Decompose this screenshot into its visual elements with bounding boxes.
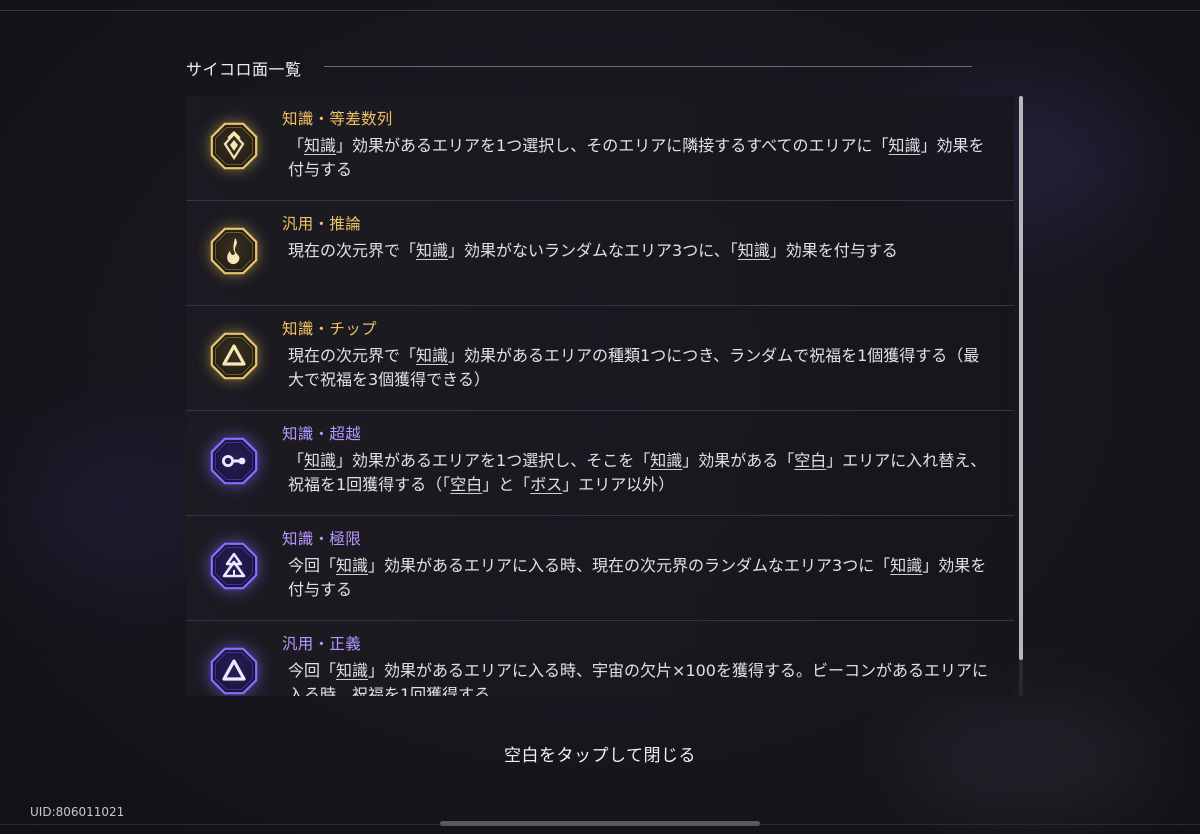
description-text: 現在の次元界で「 (288, 346, 417, 365)
keyword-link[interactable]: 空白 (450, 475, 482, 494)
effect-item[interactable]: 汎用・正義今回「知識」効果があるエリアに入る時、宇宙の欠片×100を獲得する。ビ… (186, 621, 1014, 696)
description-text: 」と「 (482, 475, 531, 494)
keyword-link[interactable]: ボス (530, 475, 562, 494)
description-text: 」効果がないランダムなエリア3つに、「 (448, 241, 738, 260)
effect-description: 現在の次元界で「知識」効果があるエリアの種類1つにつき、ランダムで祝福を1個獲得… (288, 344, 988, 392)
effect-name: 汎用・正義 (282, 635, 362, 653)
description-text: 今回「 (288, 661, 337, 680)
effect-name: 汎用・推論 (282, 215, 362, 233)
triangle-icon (208, 330, 260, 382)
description-text: 」効果を付与する (769, 241, 898, 260)
uid-label: UID:806011021 (30, 805, 125, 819)
description-text: 」効果があるエリアに入る時、宇宙の欠片×100を獲得する。ビーコンがあるエリアに… (288, 661, 988, 696)
effect-name: 知識・チップ (282, 320, 377, 338)
effect-name: 知識・極限 (282, 530, 362, 548)
top-divider (0, 10, 1200, 11)
description-text: 」効果があるエリアを1つ選択し、そこを「 (336, 451, 651, 470)
description-text: 今回「 (288, 556, 337, 575)
tree-triangle-icon (208, 540, 260, 592)
diamond-crest-icon (208, 120, 260, 172)
triangle-icon (208, 645, 260, 696)
keyword-link[interactable]: 知識 (416, 346, 448, 365)
description-text: 「 (288, 451, 305, 470)
flame-icon (208, 225, 260, 277)
effect-description: 現在の次元界で「知識」効果がないランダムなエリア3つに、「知識」効果を付与する (288, 239, 988, 263)
description-text: 」効果があるエリアに入る時、現在の次元界のランダムなエリア3つに「 (368, 556, 891, 575)
description-text: 」効果があるエリアを1つ選択し、そのエリアに隣接するすべてのエリアに「 (336, 136, 889, 155)
description-text: 「 (288, 136, 305, 155)
effect-item[interactable]: 知識・超越 「知識」効果があるエリアを1つ選択し、そこを「知識」効果がある「空白」… (186, 411, 1014, 516)
effect-item[interactable]: 知識・極限 今回「知識」効果があるエリアに入る時、現在の次元界のランダムなエリア3… (186, 516, 1014, 621)
effect-item[interactable]: 知識・等差数列 「知識」効果があるエリアを1つ選択し、そのエリアに隣接するすべての… (186, 96, 1014, 201)
panel-title: サイコロ面一覧 (186, 60, 302, 79)
home-indicator[interactable] (440, 821, 760, 826)
keyword-link[interactable]: 知識 (738, 241, 770, 260)
keyword-link[interactable]: 知識 (650, 451, 682, 470)
keyword-link[interactable]: 知識 (304, 136, 336, 155)
scrollbar-thumb[interactable] (1019, 96, 1023, 660)
effect-item[interactable]: 知識・チップ現在の次元界で「知識」効果があるエリアの種類1つにつき、ランダムで祝… (186, 306, 1014, 411)
description-text: 」効果がある「 (682, 451, 795, 470)
keyword-link[interactable]: 知識 (888, 136, 920, 155)
keyword-link[interactable]: 知識 (336, 661, 368, 680)
keyword-link[interactable]: 知識 (336, 556, 368, 575)
effect-name: 知識・超越 (282, 425, 362, 443)
effect-description: 「知識」効果があるエリアを1つ選択し、そのエリアに隣接するすべてのエリアに「知識… (288, 134, 988, 182)
effect-description: 「知識」効果があるエリアを1つ選択し、そこを「知識」効果がある「空白」エリアに入… (288, 449, 988, 497)
keyword-link[interactable]: 知識 (416, 241, 448, 260)
tap-to-close-hint[interactable]: 空白をタップして閉じる (0, 741, 1200, 766)
title-rule (324, 66, 972, 67)
effect-description: 今回「知識」効果があるエリアに入る時、現在の次元界のランダムなエリア3つに「知識… (288, 554, 988, 602)
description-text: 現在の次元界で「 (288, 241, 417, 260)
description-text: 」エリア以外） (562, 475, 675, 494)
key-icon (208, 435, 260, 487)
keyword-link[interactable]: 知識 (890, 556, 922, 575)
effect-description: 今回「知識」効果があるエリアに入る時、宇宙の欠片×100を獲得する。ビーコンがあ… (288, 659, 988, 696)
keyword-link[interactable]: 空白 (794, 451, 826, 470)
keyword-link[interactable]: 知識 (304, 451, 336, 470)
effect-item[interactable]: 汎用・推論 現在の次元界で「知識」効果がないランダムなエリア3つに、「知識」効果を… (186, 201, 1014, 306)
effect-name: 知識・等差数列 (282, 110, 393, 128)
dice-face-list[interactable]: 知識・等差数列 「知識」効果があるエリアを1つ選択し、そのエリアに隣接するすべての… (186, 96, 1014, 696)
